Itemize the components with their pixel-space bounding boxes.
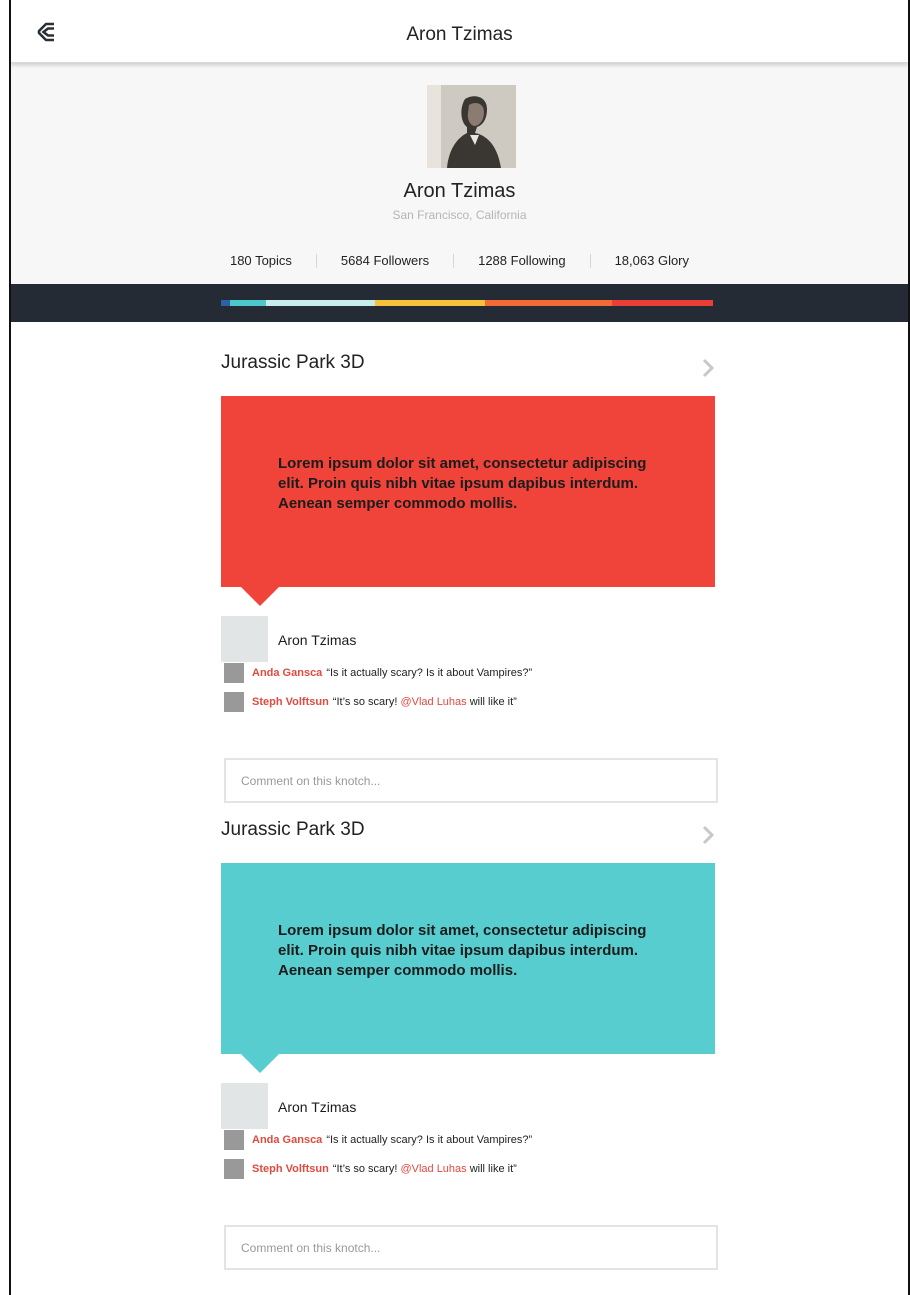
author-name[interactable]: Aron Tzimas — [278, 632, 356, 648]
glory-segment — [266, 300, 376, 306]
mention-link[interactable]: @Vlad Luhas — [400, 1163, 466, 1175]
glory-segment — [221, 300, 230, 306]
profile-name: Aron Tzimas — [403, 180, 516, 202]
comment-text: “It’s so scary! @Vlad Luhas will like it… — [332, 1163, 517, 1175]
stat-topics[interactable]: 180 Topics — [206, 254, 317, 268]
comment-item: Anda Gansca “Is it actually scary? Is it … — [224, 663, 532, 683]
profile-photo-image — [427, 85, 516, 168]
knotch-message-card[interactable]: Lorem ipsum dolor sit amet, consectetur … — [221, 863, 715, 1073]
speech-pointer — [241, 587, 279, 606]
page-title: Aron Tzimas — [406, 24, 513, 45]
commenter-name[interactable]: Anda Gansca — [252, 1134, 322, 1146]
chevron-right-icon[interactable] — [701, 358, 715, 378]
glory-segment — [229, 300, 267, 306]
chevron-right-icon[interactable] — [701, 825, 715, 845]
knotch-message-card[interactable]: Lorem ipsum dolor sit amet, consectetur … — [221, 396, 715, 606]
commenter-avatar[interactable] — [224, 663, 244, 683]
commenter-avatar[interactable] — [224, 692, 244, 712]
knotch-title[interactable]: Jurassic Park 3D — [221, 352, 365, 374]
stat-followers[interactable]: 5684 Followers — [317, 254, 455, 268]
knotch-title[interactable]: Jurassic Park 3D — [221, 819, 365, 841]
author-avatar[interactable] — [221, 616, 268, 662]
stat-following[interactable]: 1288 Following — [454, 254, 591, 268]
app-window: Aron Tzimas Aron Tzimas San Francisco, C… — [9, 0, 910, 1295]
author-name[interactable]: Aron Tzimas — [278, 1099, 356, 1115]
comment-input[interactable] — [224, 758, 718, 803]
comment-item: Steph Volftsun “It’s so scary! @Vlad Luha… — [224, 1159, 517, 1179]
author-avatar[interactable] — [221, 1083, 268, 1129]
comment-text: “Is it actually scary? Is it about Vampi… — [326, 667, 533, 679]
knotch-message-text: Lorem ipsum dolor sit amet, consectetur … — [278, 455, 647, 512]
profile-location: San Francisco, California — [392, 208, 527, 222]
comment-item: Anda Gansca “Is it actually scary? Is it … — [224, 1130, 532, 1150]
commenter-avatar[interactable] — [224, 1159, 244, 1179]
top-bar: Aron Tzimas — [11, 0, 908, 63]
mention-link[interactable]: @Vlad Luhas — [400, 696, 466, 708]
commenter-name[interactable]: Anda Gansca — [252, 667, 322, 679]
comment-item: Steph Volftsun “It’s so scary! @Vlad Luha… — [224, 692, 517, 712]
profile-photo[interactable] — [427, 85, 516, 168]
commenter-name[interactable]: Steph Volftsun — [252, 1163, 329, 1175]
speech-pointer — [241, 1054, 279, 1073]
glory-segment — [484, 300, 612, 306]
glory-segment — [375, 300, 485, 306]
comment-text: “Is it actually scary? Is it about Vampi… — [326, 1134, 533, 1146]
glory-progress-bar — [221, 300, 713, 306]
knotch-message-text: Lorem ipsum dolor sit amet, consectetur … — [278, 922, 647, 979]
commenter-avatar[interactable] — [224, 1130, 244, 1150]
comment-text: “It’s so scary! @Vlad Luhas will like it… — [332, 696, 517, 708]
glory-segment — [611, 300, 713, 306]
comment-input[interactable] — [224, 1225, 718, 1270]
stat-glory[interactable]: 18,063 Glory — [591, 254, 713, 268]
profile-header: Aron Tzimas San Francisco, California 18… — [11, 63, 908, 284]
profile-stats: 180 Topics 5684 Followers 1288 Following 18… — [11, 253, 908, 268]
glory-band — [11, 284, 908, 322]
commenter-name[interactable]: Steph Volftsun — [252, 696, 329, 708]
